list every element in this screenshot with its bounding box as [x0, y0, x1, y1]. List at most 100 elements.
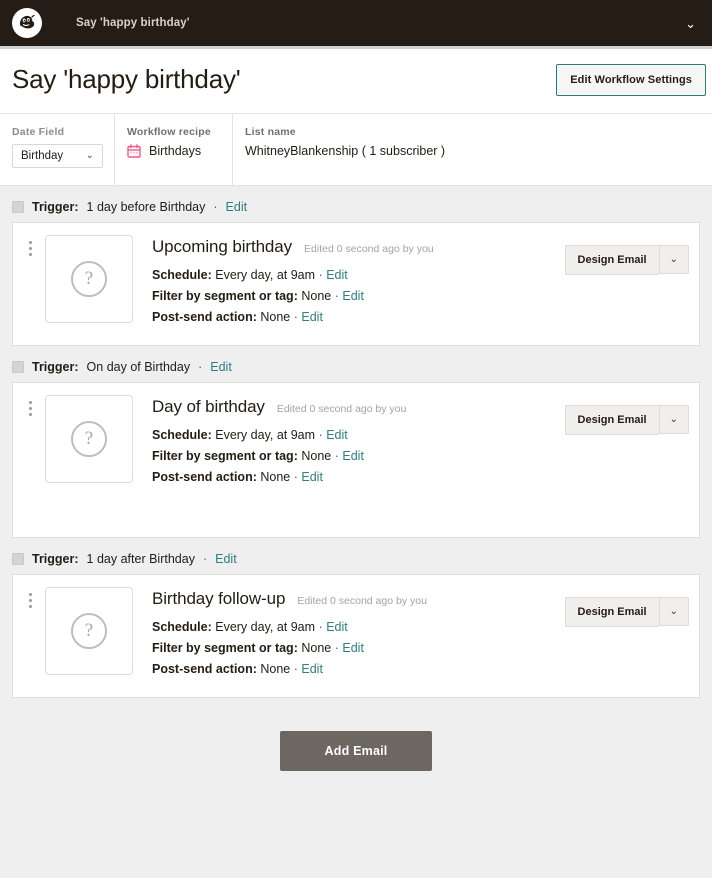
- topnav-workflow-title: Say 'happy birthday': [76, 17, 190, 29]
- email-thumbnail[interactable]: ?: [45, 395, 133, 483]
- chevron-down-icon[interactable]: ⌄: [659, 405, 689, 434]
- design-email-button[interactable]: Design Email: [565, 405, 659, 435]
- email-edited-timestamp: Edited 0 second ago by you: [297, 595, 427, 607]
- workflow-step: Trigger: On day of Birthday · Edit ? Day…: [0, 346, 712, 538]
- chevron-down-icon[interactable]: ⌄: [685, 17, 698, 30]
- email-card-body: Upcoming birthday Edited 0 second ago by…: [133, 235, 565, 331]
- edit-workflow-settings-button[interactable]: Edit Workflow Settings: [556, 64, 706, 96]
- workflow-step: Trigger: 1 day after Birthday · Edit ? B…: [0, 538, 712, 698]
- detail-separator: ·: [294, 662, 298, 676]
- detail-separator: ·: [319, 268, 323, 282]
- email-detail-line: Filter by segment or tag: None · Edit: [152, 641, 565, 655]
- design-email-button[interactable]: Design Email: [565, 597, 659, 627]
- email-thumbnail[interactable]: ?: [45, 235, 133, 323]
- email-detail-line: Post-send action: None · Edit: [152, 310, 565, 324]
- email-detail-line: Filter by segment or tag: None · Edit: [152, 449, 565, 463]
- email-detail-line: Post-send action: None · Edit: [152, 470, 565, 484]
- email-detail-label: Post-send action:: [152, 470, 257, 484]
- date-field-value: Birthday: [21, 150, 63, 162]
- edit-schedule-link[interactable]: Edit: [326, 620, 348, 634]
- email-card-header: Birthday follow-up Edited 0 second ago b…: [152, 589, 565, 609]
- edit-schedule-link[interactable]: Edit: [326, 268, 348, 282]
- detail-separator: ·: [335, 641, 339, 655]
- date-field-label: Date Field: [12, 126, 98, 138]
- edit-post-send-action-link[interactable]: Edit: [301, 310, 323, 324]
- email-card-body: Birthday follow-up Edited 0 second ago b…: [133, 587, 565, 683]
- edit-post-send-action-link[interactable]: Edit: [301, 470, 323, 484]
- email-detail-line: Filter by segment or tag: None · Edit: [152, 289, 565, 303]
- design-email-button[interactable]: Design Email: [565, 245, 659, 275]
- email-detail-label: Filter by segment or tag:: [152, 449, 298, 463]
- edit-trigger-link[interactable]: Edit: [215, 552, 237, 566]
- checkbox-square-icon: [12, 361, 24, 373]
- add-email-area: Add Email: [0, 698, 712, 771]
- email-detail-label: Schedule:: [152, 268, 212, 282]
- email-edited-timestamp: Edited 0 second ago by you: [304, 243, 434, 255]
- edit-trigger-link[interactable]: Edit: [226, 200, 248, 214]
- detail-separator: ·: [319, 428, 323, 442]
- trigger-separator: ·: [213, 200, 217, 214]
- question-mark-circle-icon: ?: [71, 261, 107, 297]
- mailchimp-freddie-logo[interactable]: [12, 8, 42, 38]
- topnav-shadow: [0, 46, 712, 49]
- edit-filter-link[interactable]: Edit: [342, 641, 364, 655]
- email-name[interactable]: Day of birthday: [152, 397, 265, 417]
- email-detail-line: Post-send action: None · Edit: [152, 662, 565, 676]
- three-dots-vertical-icon[interactable]: [23, 235, 37, 331]
- email-detail-label: Filter by segment or tag:: [152, 289, 298, 303]
- email-detail-line: Schedule: Every day, at 9am · Edit: [152, 620, 565, 634]
- email-detail-label: Post-send action:: [152, 662, 257, 676]
- email-name[interactable]: Birthday follow-up: [152, 589, 285, 609]
- trigger-text: 1 day before Birthday: [87, 200, 206, 214]
- workflow-steps-container: Trigger: 1 day before Birthday · Edit ? …: [0, 186, 712, 878]
- detail-separator: ·: [294, 470, 298, 484]
- detail-separator: ·: [294, 310, 298, 324]
- email-card: ? Day of birthday Edited 0 second ago by…: [12, 382, 700, 538]
- trigger-row: Trigger: 1 day before Birthday · Edit: [0, 186, 712, 222]
- page-header: Say 'happy birthday' Edit Workflow Setti…: [0, 46, 712, 114]
- workflow-step: Trigger: 1 day before Birthday · Edit ? …: [0, 186, 712, 346]
- email-detail-value: None: [260, 470, 290, 484]
- trigger-separator: ·: [198, 360, 202, 374]
- three-dots-vertical-icon[interactable]: [23, 587, 37, 683]
- trigger-prefix: Trigger:: [32, 552, 79, 566]
- detail-separator: ·: [319, 620, 323, 634]
- page-title: Say 'happy birthday': [12, 64, 241, 95]
- trigger-row: Trigger: On day of Birthday · Edit: [0, 346, 712, 382]
- workflow-recipe-value-row: Birthdays: [127, 144, 216, 158]
- edit-schedule-link[interactable]: Edit: [326, 428, 348, 442]
- email-card-body: Day of birthday Edited 0 second ago by y…: [133, 395, 565, 491]
- trigger-text: On day of Birthday: [87, 360, 191, 374]
- email-detail-value: Every day, at 9am: [215, 428, 315, 442]
- question-mark-circle-icon: ?: [71, 613, 107, 649]
- email-detail-label: Schedule:: [152, 620, 212, 634]
- date-field-select[interactable]: Birthday ⌄: [12, 144, 103, 168]
- question-mark-circle-icon: ?: [71, 421, 107, 457]
- checkbox-square-icon: [12, 553, 24, 565]
- meta-date-field: Date Field Birthday ⌄: [0, 114, 115, 185]
- chevron-down-icon[interactable]: ⌄: [659, 597, 689, 626]
- list-name-value: WhitneyBlankenship ( 1 subscriber ): [245, 144, 696, 158]
- email-detail-line: Schedule: Every day, at 9am · Edit: [152, 428, 565, 442]
- trigger-prefix: Trigger:: [32, 360, 79, 374]
- email-detail-label: Filter by segment or tag:: [152, 641, 298, 655]
- edit-post-send-action-link[interactable]: Edit: [301, 662, 323, 676]
- email-detail-value: Every day, at 9am: [215, 268, 315, 282]
- chevron-down-icon: ⌄: [86, 151, 94, 161]
- email-detail-value: None: [301, 449, 331, 463]
- trigger-separator: ·: [203, 552, 207, 566]
- calendar-icon: [127, 144, 141, 158]
- list-name-label: List name: [245, 126, 696, 138]
- trigger-row: Trigger: 1 day after Birthday · Edit: [0, 538, 712, 574]
- three-dots-vertical-icon[interactable]: [23, 395, 37, 491]
- chevron-down-icon[interactable]: ⌄: [659, 245, 689, 274]
- add-email-button[interactable]: Add Email: [280, 731, 432, 771]
- email-card-actions: Design Email ⌄: [565, 587, 689, 683]
- email-detail-label: Post-send action:: [152, 310, 257, 324]
- edit-trigger-link[interactable]: Edit: [210, 360, 232, 374]
- email-name[interactable]: Upcoming birthday: [152, 237, 292, 257]
- edit-filter-link[interactable]: Edit: [342, 449, 364, 463]
- email-edited-timestamp: Edited 0 second ago by you: [277, 403, 407, 415]
- email-thumbnail[interactable]: ?: [45, 587, 133, 675]
- edit-filter-link[interactable]: Edit: [342, 289, 364, 303]
